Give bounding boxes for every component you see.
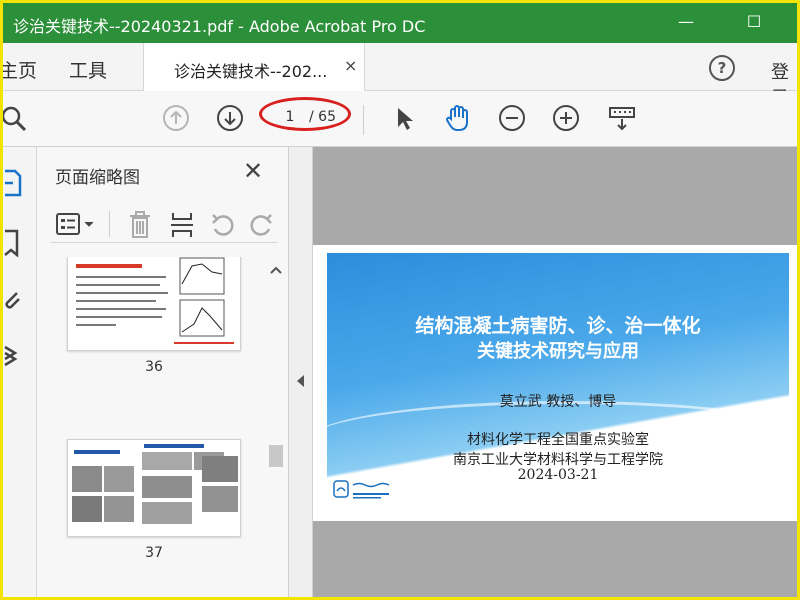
bookmark-icon[interactable]	[3, 229, 23, 257]
delete-page-icon[interactable]	[127, 211, 153, 239]
title-bar: 诊治关键技术--20240321.pdf - Adobe Acrobat Pro…	[3, 3, 797, 43]
rotate-left-icon[interactable]	[209, 211, 235, 239]
window-title: 诊治关键技术--20240321.pdf - Adobe Acrobat Pro…	[13, 17, 426, 36]
tools-menu[interactable]: 工具	[69, 56, 107, 83]
thumbnail-page[interactable]	[67, 257, 241, 351]
next-page-icon[interactable]	[215, 103, 245, 133]
thumbnail-image	[76, 257, 234, 344]
scrollbar-thumb[interactable]	[269, 445, 283, 467]
layers-icon[interactable]	[3, 341, 23, 369]
maximize-button[interactable]: ☐	[737, 9, 771, 35]
document-background-bottom	[313, 521, 797, 597]
document-background-top	[313, 147, 797, 245]
help-icon[interactable]: ?	[709, 55, 735, 81]
page-thumbnails-panel: 页面缩略图 ✕ 36 37	[37, 147, 289, 597]
attachment-icon[interactable]	[3, 287, 23, 315]
document-tab[interactable]: 诊治关键技术--202... ×	[143, 43, 365, 91]
menu-tab-bar: 主页 工具 诊治关键技术--202... × ? 登录	[3, 43, 797, 109]
hand-tool-icon[interactable]	[443, 103, 473, 133]
zoom-in-icon[interactable]	[551, 103, 581, 133]
panel-toolbar-divider	[109, 211, 110, 237]
previous-page-icon[interactable]	[161, 103, 191, 133]
split-page-icon[interactable]	[169, 211, 195, 239]
fit-page-icon[interactable]	[607, 103, 637, 133]
minimize-button[interactable]: —	[669, 9, 703, 35]
thumbnail-options-icon[interactable]	[55, 211, 97, 237]
toolbar-divider	[363, 105, 364, 135]
home-menu[interactable]: 主页	[3, 56, 37, 83]
select-cursor-icon[interactable]	[389, 103, 419, 133]
annotation-ellipse	[259, 97, 351, 131]
left-navigation-strip	[3, 147, 37, 597]
panel-title: 页面缩略图	[55, 168, 140, 188]
document-tab-close-button[interactable]: ×	[344, 56, 357, 75]
document-view: 结构混凝土病害防、诊、治一体化 关键技术研究与应用 莫立武 教授、博导 材料化学…	[289, 147, 797, 597]
collapse-panel-handle[interactable]	[289, 147, 313, 597]
page-thumbnails-icon[interactable]	[3, 169, 23, 197]
search-icon[interactable]	[1, 103, 31, 133]
slide-title-line2: 关键技术研究与应用	[477, 341, 639, 362]
zoom-out-icon[interactable]	[497, 103, 527, 133]
thumbnail-list: 36 37	[37, 257, 265, 597]
thumbnail-page-number: 37	[145, 545, 163, 561]
slide-organization-line2: 南京工业大学材料科学与工程学院	[453, 452, 663, 468]
app-window: 诊治关键技术--20240321.pdf - Adobe Acrobat Pro…	[0, 0, 800, 600]
thumbnail-page[interactable]	[67, 439, 241, 537]
slide-organization-line1: 材料化学工程全国重点实验室	[467, 432, 649, 448]
scroll-up-icon[interactable]	[269, 265, 283, 275]
document-tab-label: 诊治关键技术--202...	[174, 62, 328, 81]
panel-toolbar	[51, 207, 277, 243]
pdf-page: 结构混凝土病害防、诊、治一体化 关键技术研究与应用 莫立武 教授、博导 材料化学…	[313, 245, 797, 521]
rotate-right-icon[interactable]	[249, 211, 275, 239]
toolbar: 1 / 65	[3, 91, 797, 147]
university-logo	[333, 480, 390, 499]
slide-title-line1: 结构混凝土病害防、诊、治一体化	[415, 315, 701, 337]
thumbnail-image	[72, 444, 238, 524]
thumbnail-page-number: 36	[145, 359, 163, 375]
panel-close-button[interactable]: ✕	[243, 157, 263, 185]
slide-author: 莫立武 教授、博导	[499, 394, 617, 410]
title-slide: 结构混凝土病害防、诊、治一体化 关键技术研究与应用 莫立武 教授、博导 材料化学…	[327, 253, 789, 513]
thumbnail-scrollbar[interactable]	[265, 257, 285, 597]
collapse-arrow-icon	[297, 375, 304, 387]
